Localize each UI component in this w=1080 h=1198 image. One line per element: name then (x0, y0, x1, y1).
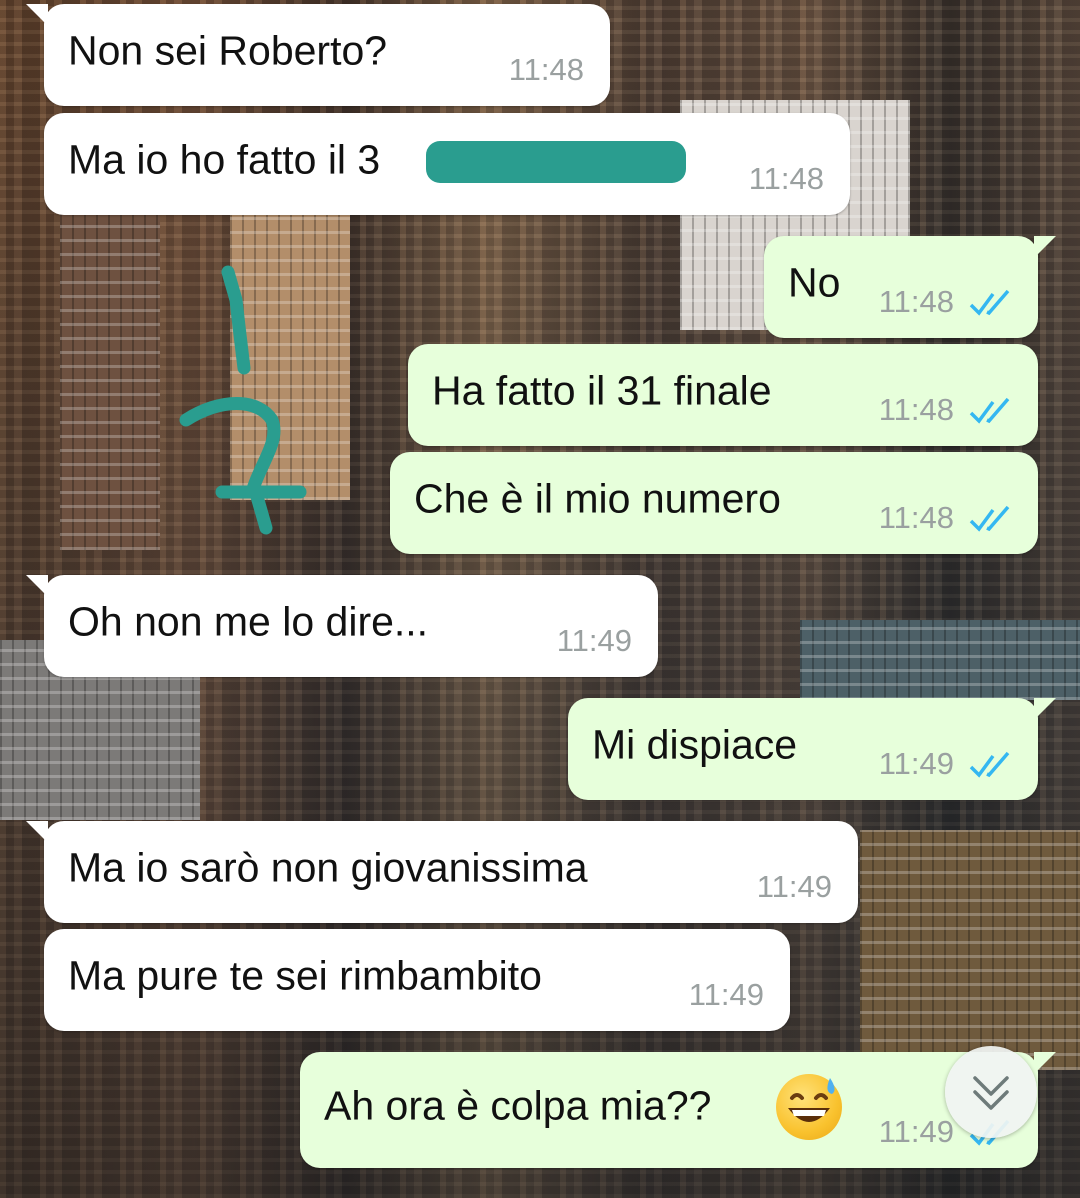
message-text: Ah ora è colpa mia?? (324, 1082, 712, 1129)
message-text: Mi dispiace (592, 721, 798, 768)
wallpaper-building (800, 620, 1080, 700)
message-outgoing[interactable]: Mi dispiace 11:49 (568, 698, 1056, 800)
message-outgoing[interactable]: Ha fatto il 31 finale 11:48 (408, 344, 1038, 446)
message-text: Ma io ho fatto il 3 (68, 136, 381, 183)
wallpaper-building (60, 210, 160, 550)
message-text: Ha fatto il 31 finale (432, 367, 772, 414)
message-outgoing[interactable]: Ah ora è colpa mia?? 11:49 (300, 1052, 1056, 1168)
redaction-mark (426, 141, 686, 183)
message-incoming[interactable]: Oh non me lo dire... 11:49 (26, 575, 658, 677)
message-time: 11:48 (878, 500, 954, 535)
message-text: Ma io sarò non giovanissima (68, 844, 588, 891)
message-time: 11:49 (878, 1114, 954, 1149)
message-time: 11:48 (748, 161, 824, 196)
read-ticks-icon (969, 505, 1010, 532)
message-time: 11:49 (688, 977, 764, 1012)
message-text: Non sei Roberto? (68, 27, 388, 74)
double-chevron-down-icon (973, 1076, 1009, 1110)
message-incoming[interactable]: Non sei Roberto? 11:48 (26, 4, 610, 106)
message-incoming[interactable]: Ma pure te sei rimbambito 11:49 (44, 929, 790, 1031)
message-incoming[interactable]: Ma io ho fatto il 3 21 11:48 (44, 113, 850, 215)
message-time: 11:49 (878, 746, 954, 781)
message-time: 11:48 (508, 52, 584, 87)
message-outgoing[interactable]: Che è il mio numero 11:48 (390, 452, 1038, 554)
read-ticks-icon (969, 289, 1010, 316)
message-text: Che è il mio numero (414, 475, 781, 522)
grinning-face-with-sweat-icon (776, 1074, 842, 1140)
message-time: 11:49 (756, 869, 832, 904)
message-time: 11:48 (878, 392, 954, 427)
scroll-to-bottom-button[interactable] (945, 1046, 1037, 1138)
message-text: Ma pure te sei rimbambito (68, 952, 542, 999)
message-time: 11:49 (556, 623, 632, 658)
message-outgoing[interactable]: No 11:48 (764, 236, 1056, 338)
message-text: Oh non me lo dire... (68, 598, 429, 645)
read-ticks-icon (969, 397, 1010, 424)
read-ticks-icon (969, 751, 1010, 778)
message-text: No (788, 259, 841, 306)
message-incoming[interactable]: Ma io sarò non giovanissima 11:49 (26, 821, 858, 923)
wallpaper-building (230, 200, 350, 500)
message-time: 11:48 (878, 284, 954, 319)
wallpaper-building (860, 830, 1080, 1070)
